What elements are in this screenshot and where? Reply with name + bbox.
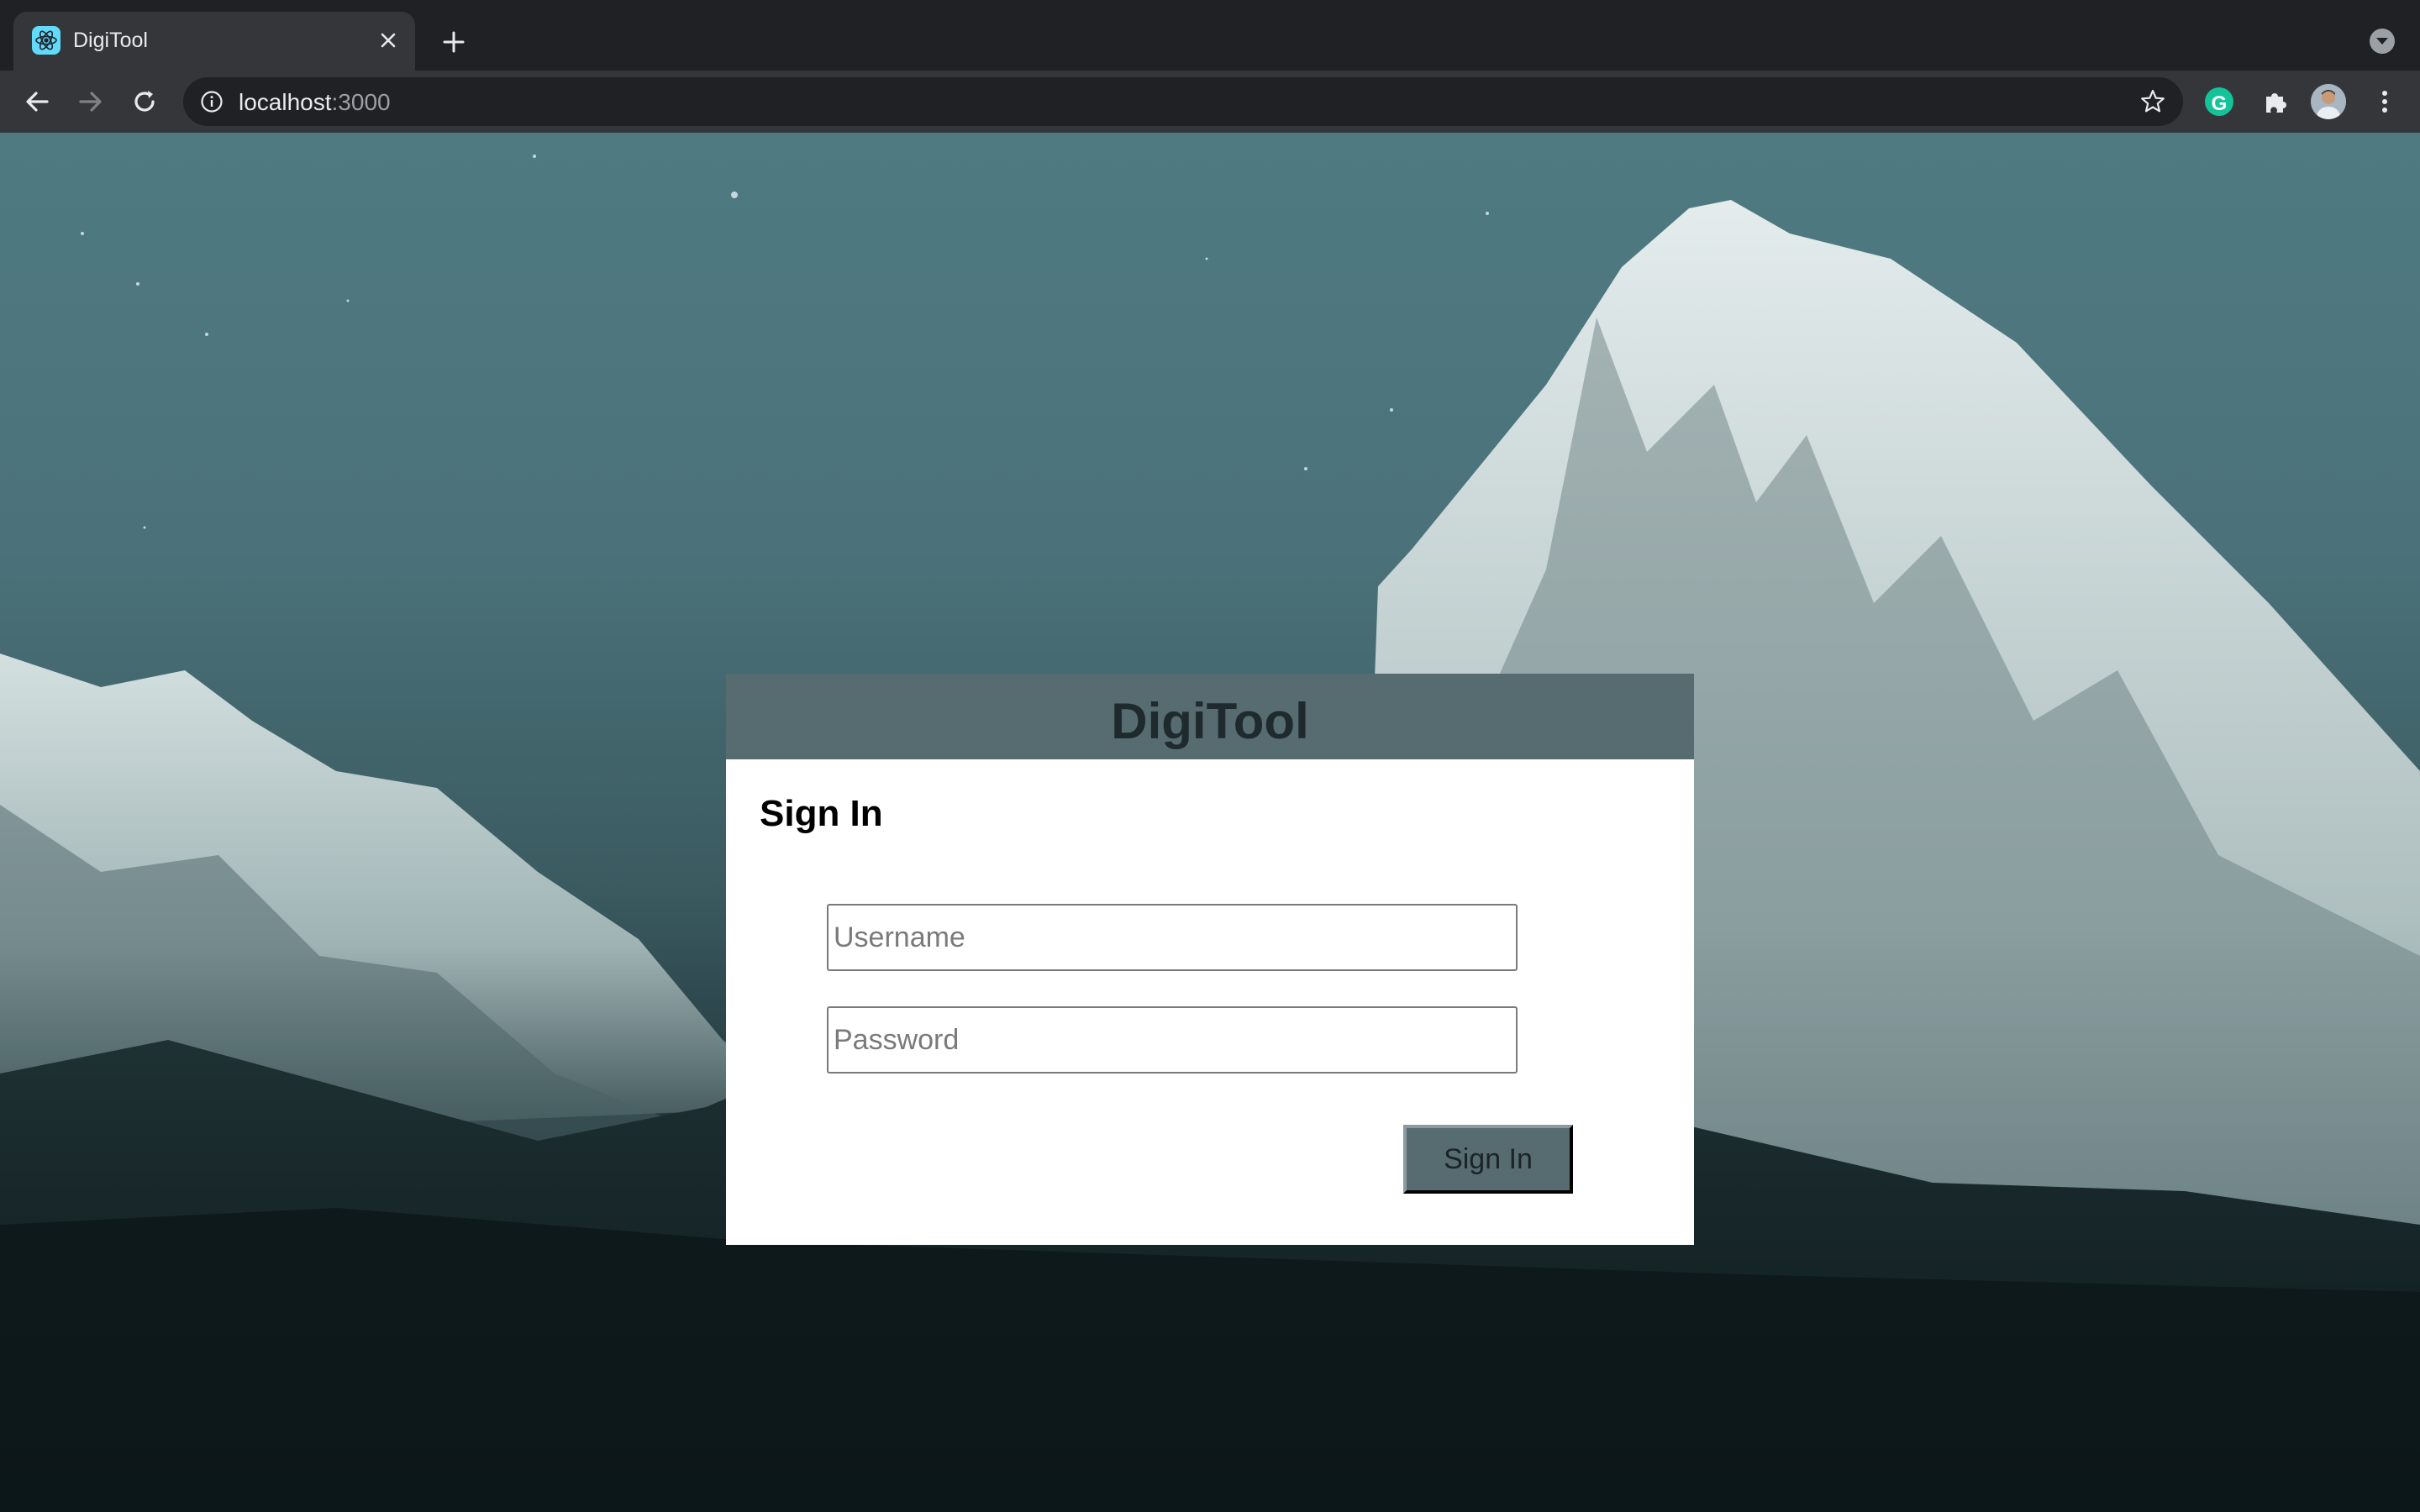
browser-toolbar: localhost:3000 G	[0, 71, 2420, 133]
sign-in-button[interactable]: Sign In	[1403, 1125, 1573, 1194]
new-tab-icon[interactable]	[435, 24, 472, 60]
extensions-puzzle-icon[interactable]	[2259, 85, 2292, 118]
card-header: DigiTool	[726, 674, 1694, 759]
app-brand-title: DigiTool	[1111, 693, 1309, 749]
forward-arrow-icon[interactable]	[74, 85, 108, 118]
back-arrow-icon[interactable]	[20, 85, 54, 118]
username-input[interactable]	[827, 904, 1518, 971]
reload-icon[interactable]	[128, 85, 161, 118]
url-text: localhost:3000	[239, 89, 391, 116]
browser-tab-strip: DigiTool	[0, 0, 2420, 71]
profile-avatar[interactable]	[2311, 84, 2346, 119]
bookmark-star-icon[interactable]	[2139, 88, 2166, 115]
url-port: :3000	[331, 89, 391, 115]
tab-search-icon[interactable]	[2370, 29, 2395, 54]
more-menu-icon[interactable]	[2368, 85, 2402, 118]
login-card: DigiTool Sign In Sign In	[726, 674, 1694, 1245]
page-viewport: DigiTool Sign In Sign In	[0, 133, 2420, 1512]
close-tab-icon[interactable]	[373, 25, 403, 55]
address-bar[interactable]: localhost:3000	[183, 77, 2183, 126]
url-host: localhost	[239, 89, 332, 115]
react-logo-icon	[32, 26, 60, 55]
browser-tab[interactable]: DigiTool	[13, 12, 415, 71]
password-input[interactable]	[827, 1006, 1518, 1074]
sign-in-heading: Sign In	[760, 793, 883, 834]
grammarly-extension-icon[interactable]: G	[2205, 87, 2233, 116]
tab-title: DigiTool	[73, 29, 148, 52]
site-info-icon[interactable]	[200, 90, 224, 113]
